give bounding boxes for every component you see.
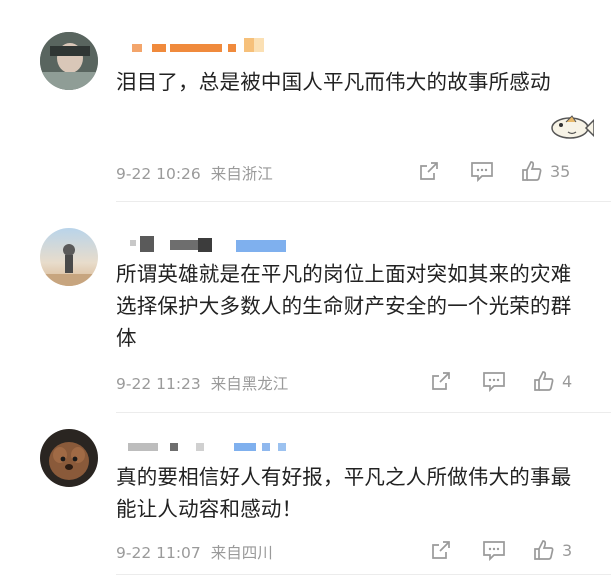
comment-text: 泪目了，总是被中国人平凡而伟大的故事所感动 bbox=[116, 70, 551, 94]
comment-item: 泪目了，总是被中国人平凡而伟大的故事所感动 9-22 10:26 来自浙江 35 bbox=[0, 0, 611, 200]
like-count: 35 bbox=[550, 161, 571, 181]
share-button[interactable] bbox=[430, 539, 452, 561]
share-button[interactable] bbox=[430, 370, 452, 392]
location: 来自黑龙江 bbox=[210, 375, 289, 393]
like-count: 3 bbox=[562, 540, 573, 560]
share-icon bbox=[432, 372, 450, 390]
avatar[interactable] bbox=[40, 32, 98, 90]
avatar-image bbox=[40, 32, 98, 90]
timestamp: 9-22 10:26 bbox=[116, 165, 201, 183]
comment-meta: 9-22 11:23 来自黑龙江 bbox=[116, 372, 288, 394]
timestamp: 9-22 11:07 bbox=[116, 544, 201, 562]
thumbs-up-icon bbox=[534, 540, 554, 560]
avatar-image bbox=[40, 429, 98, 487]
share-icon bbox=[420, 162, 438, 180]
username-redacted[interactable] bbox=[116, 38, 266, 52]
thumbs-up-icon bbox=[522, 161, 542, 181]
comment-icon bbox=[483, 372, 505, 392]
comment-button[interactable] bbox=[470, 160, 494, 182]
comment-item: 真的要相信好人有好报，平凡之人所做伟大的事最能让人动容和感动！ 9-22 11:… bbox=[0, 413, 611, 577]
avatar-image bbox=[40, 228, 98, 286]
share-icon bbox=[432, 541, 450, 559]
comment-text: 真的要相信好人有好报，平凡之人所做伟大的事最能让人动容和感动！ bbox=[116, 465, 572, 521]
like-button[interactable]: 35 bbox=[520, 159, 570, 183]
comment-button[interactable] bbox=[482, 539, 506, 561]
divider bbox=[116, 574, 611, 575]
comment-meta: 9-22 10:26 来自浙江 bbox=[116, 162, 273, 184]
avatar[interactable] bbox=[40, 429, 98, 487]
comment-button[interactable] bbox=[482, 370, 506, 392]
comment-text: 所谓英雄就是在平凡的岗位上面对突如其来的灾难选择保护大多数人的生命财产安全的一个… bbox=[116, 262, 572, 350]
thumbs-up-icon bbox=[534, 371, 554, 391]
username-redacted[interactable] bbox=[116, 439, 306, 453]
comment-icon bbox=[471, 162, 493, 182]
timestamp: 9-22 11:23 bbox=[116, 375, 201, 393]
like-button[interactable]: 3 bbox=[532, 538, 572, 562]
username-redacted[interactable] bbox=[116, 236, 296, 252]
like-count: 4 bbox=[562, 371, 573, 391]
comment-meta: 9-22 11:07 来自四川 bbox=[116, 541, 273, 563]
comment-icon bbox=[483, 541, 505, 561]
fish-sticker-icon bbox=[551, 115, 594, 139]
comment-item: 所谓英雄就是在平凡的岗位上面对突如其来的灾难选择保护大多数人的生命财产安全的一个… bbox=[0, 202, 611, 412]
location: 来自浙江 bbox=[210, 165, 273, 183]
like-button[interactable]: 4 bbox=[532, 369, 572, 393]
share-button[interactable] bbox=[418, 160, 440, 182]
location: 来自四川 bbox=[210, 544, 273, 562]
avatar[interactable] bbox=[40, 228, 98, 286]
